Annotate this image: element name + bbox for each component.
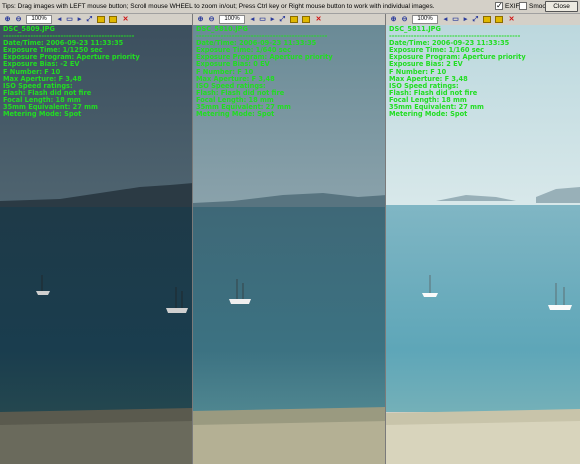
tips-text: Tips: Drag images with LEFT mouse button… [2, 3, 435, 10]
arrow-left-icon[interactable]: ◂ [55, 15, 64, 24]
open-folder-icon[interactable] [483, 16, 491, 23]
arrow-right-icon[interactable]: ▸ [461, 15, 470, 24]
zoom-in-icon[interactable]: ⊕ [3, 15, 12, 24]
save-folder-icon[interactable] [302, 16, 310, 23]
close-button[interactable]: Close [545, 1, 578, 12]
image-panel-3[interactable]: ⊕ ⊖ 100% ◂ ▭ ▸ ⤢ ✕ DSC_5811.JPG --------… [386, 14, 580, 464]
save-folder-icon[interactable] [495, 16, 503, 23]
zoom-out-icon[interactable]: ⊖ [207, 15, 216, 24]
open-folder-icon[interactable] [97, 16, 105, 23]
arrow-left-icon[interactable]: ◂ [248, 15, 257, 24]
arrow-left-icon[interactable]: ◂ [441, 15, 450, 24]
zoom-out-icon[interactable]: ⊖ [14, 15, 23, 24]
zoom-level-field[interactable]: 100% [26, 15, 52, 24]
smooth-checkbox[interactable] [519, 2, 527, 10]
close-icon[interactable]: ✕ [507, 15, 516, 24]
fit-window-icon[interactable]: ▭ [65, 15, 74, 24]
exif-metering-mode: Metering Mode: Spot [389, 110, 468, 119]
image-panel-2[interactable]: ⊕ ⊖ 100% ◂ ▭ ▸ ⤢ ✕ DSC_5810.JPG --------… [193, 14, 385, 464]
arrow-right-icon[interactable]: ▸ [75, 15, 84, 24]
open-folder-icon[interactable] [290, 16, 298, 23]
actual-size-icon[interactable]: ⤢ [85, 15, 94, 24]
arrow-right-icon[interactable]: ▸ [268, 15, 277, 24]
panel-1-toolbar: ⊕ ⊖ 100% ◂ ▭ ▸ ⤢ ✕ [0, 14, 192, 25]
fit-window-icon[interactable]: ▭ [258, 15, 267, 24]
zoom-level-field[interactable]: 100% [412, 15, 438, 24]
exif-overlay: DSC_5810.JPG ---------------------------… [196, 25, 333, 119]
zoom-in-icon[interactable]: ⊕ [196, 15, 205, 24]
close-icon[interactable]: ✕ [121, 15, 130, 24]
top-bar: Tips: Drag images with LEFT mouse button… [0, 0, 580, 14]
panel-3-toolbar: ⊕ ⊖ 100% ◂ ▭ ▸ ⤢ ✕ [386, 14, 580, 25]
save-folder-icon[interactable] [109, 16, 117, 23]
exif-overlay: DSC_5811.JPG ---------------------------… [389, 25, 526, 119]
fit-window-icon[interactable]: ▭ [451, 15, 460, 24]
exif-checkbox-label[interactable]: EXIF [505, 1, 519, 12]
close-icon[interactable]: ✕ [314, 15, 323, 24]
panel-2-toolbar: ⊕ ⊖ 100% ◂ ▭ ▸ ⤢ ✕ [193, 14, 385, 25]
zoom-in-icon[interactable]: ⊕ [389, 15, 398, 24]
exif-overlay: DSC_5809.JPG ---------------------------… [3, 25, 140, 119]
exif-metering-mode: Metering Mode: Spot [196, 110, 275, 119]
zoom-out-icon[interactable]: ⊖ [400, 15, 409, 24]
exif-metering-mode: Metering Mode: Spot [3, 110, 82, 119]
zoom-level-field[interactable]: 100% [219, 15, 245, 24]
image-panel-1[interactable]: ⊕ ⊖ 100% ◂ ▭ ▸ ⤢ ✕ DSC_5809.JPG --------… [0, 14, 192, 464]
actual-size-icon[interactable]: ⤢ [278, 15, 287, 24]
exif-checkbox[interactable]: ✓ [495, 2, 503, 10]
actual-size-icon[interactable]: ⤢ [471, 15, 480, 24]
